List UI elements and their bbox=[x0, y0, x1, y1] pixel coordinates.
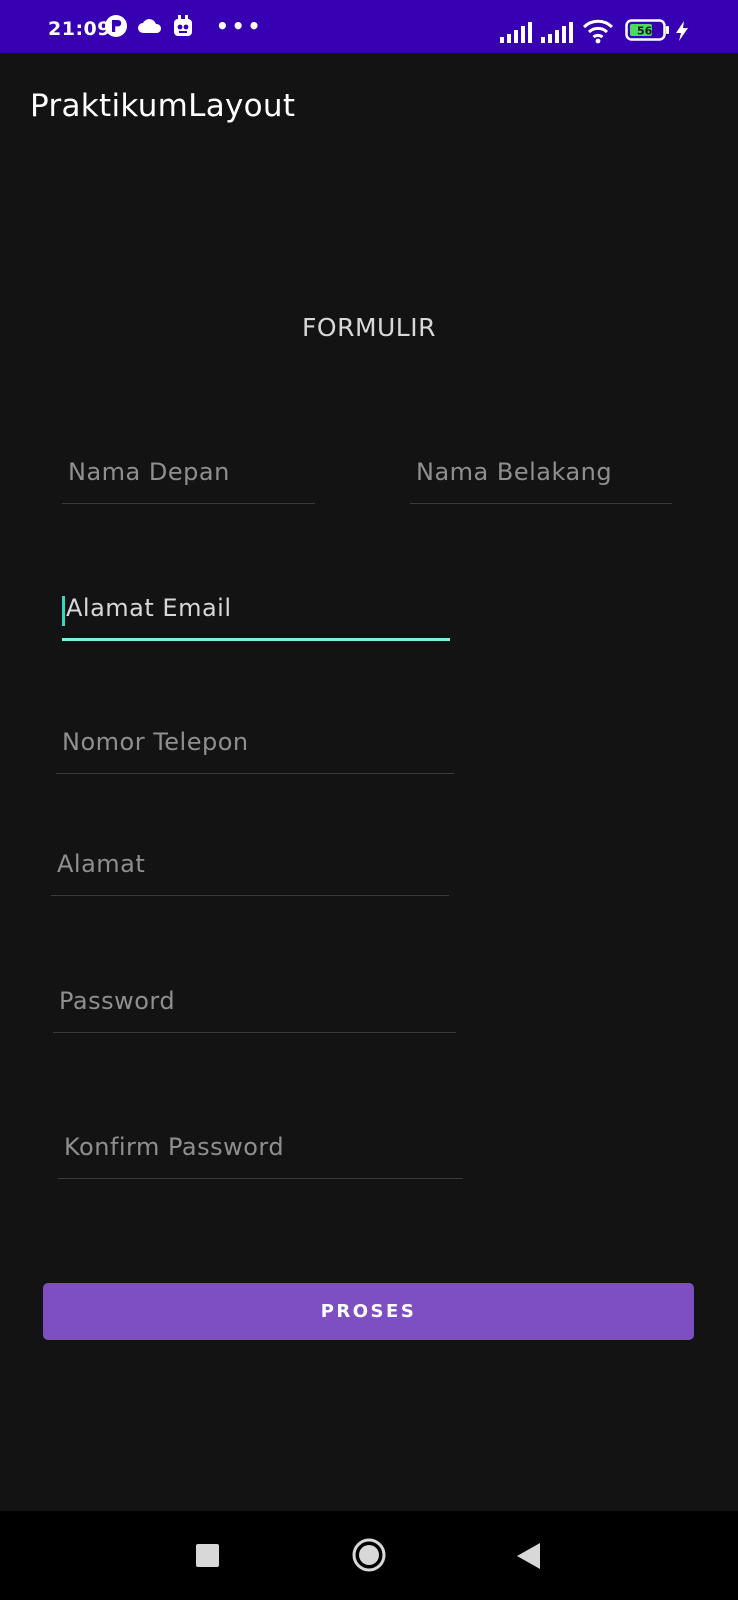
status-time: 21:09 bbox=[48, 18, 111, 40]
app-title: PraktikumLayout bbox=[30, 88, 296, 124]
form-title: FORMULIR bbox=[302, 313, 436, 342]
first-name-field[interactable]: Nama Depan bbox=[62, 452, 315, 504]
address-hint: Alamat bbox=[57, 850, 146, 878]
email-field[interactable]: Alamat Email bbox=[62, 588, 450, 641]
address-field[interactable]: Alamat bbox=[51, 844, 449, 896]
phone-hint: Nomor Telepon bbox=[62, 728, 249, 756]
charging-bolt-icon bbox=[674, 20, 690, 46]
more-notifications-indicator: ••• bbox=[216, 14, 264, 38]
status-bar: 21:09 ••• 56 bbox=[0, 0, 738, 53]
p-badge-icon bbox=[104, 14, 128, 42]
phone-field[interactable]: Nomor Telepon bbox=[56, 722, 454, 774]
password-underline bbox=[53, 1032, 456, 1033]
email-underline bbox=[62, 638, 450, 641]
cloud-icon bbox=[137, 17, 163, 39]
wifi-icon bbox=[582, 18, 614, 48]
notification-app-icon bbox=[172, 14, 194, 42]
proses-button[interactable]: PROSES bbox=[43, 1283, 694, 1340]
recents-square-icon[interactable] bbox=[196, 1544, 219, 1571]
app-screen: 21:09 ••• 56 PraktikumLayout FORMULIR Na… bbox=[0, 0, 738, 1600]
last-name-field[interactable]: Nama Belakang bbox=[410, 452, 672, 504]
signal-icon bbox=[499, 20, 533, 48]
phone-underline bbox=[56, 773, 454, 774]
password-hint: Password bbox=[59, 987, 176, 1015]
navigation-bar bbox=[0, 1511, 738, 1600]
password-field[interactable]: Password bbox=[53, 981, 456, 1033]
battery-icon: 56 bbox=[625, 18, 671, 46]
back-triangle-icon[interactable] bbox=[516, 1543, 540, 1573]
battery-level: 56 bbox=[637, 25, 653, 38]
address-underline bbox=[51, 895, 449, 896]
last-name-underline bbox=[410, 503, 672, 504]
first-name-hint: Nama Depan bbox=[68, 458, 230, 486]
text-cursor bbox=[62, 596, 65, 626]
last-name-hint: Nama Belakang bbox=[416, 458, 613, 486]
email-hint: Alamat Email bbox=[66, 594, 232, 622]
confirm-password-hint: Konfirm Password bbox=[64, 1133, 285, 1161]
confirm-password-field[interactable]: Konfirm Password bbox=[58, 1127, 463, 1179]
confirm-password-underline bbox=[58, 1178, 463, 1179]
home-circle-icon[interactable] bbox=[352, 1538, 386, 1576]
signal-icon bbox=[540, 20, 574, 48]
first-name-underline bbox=[62, 503, 315, 504]
